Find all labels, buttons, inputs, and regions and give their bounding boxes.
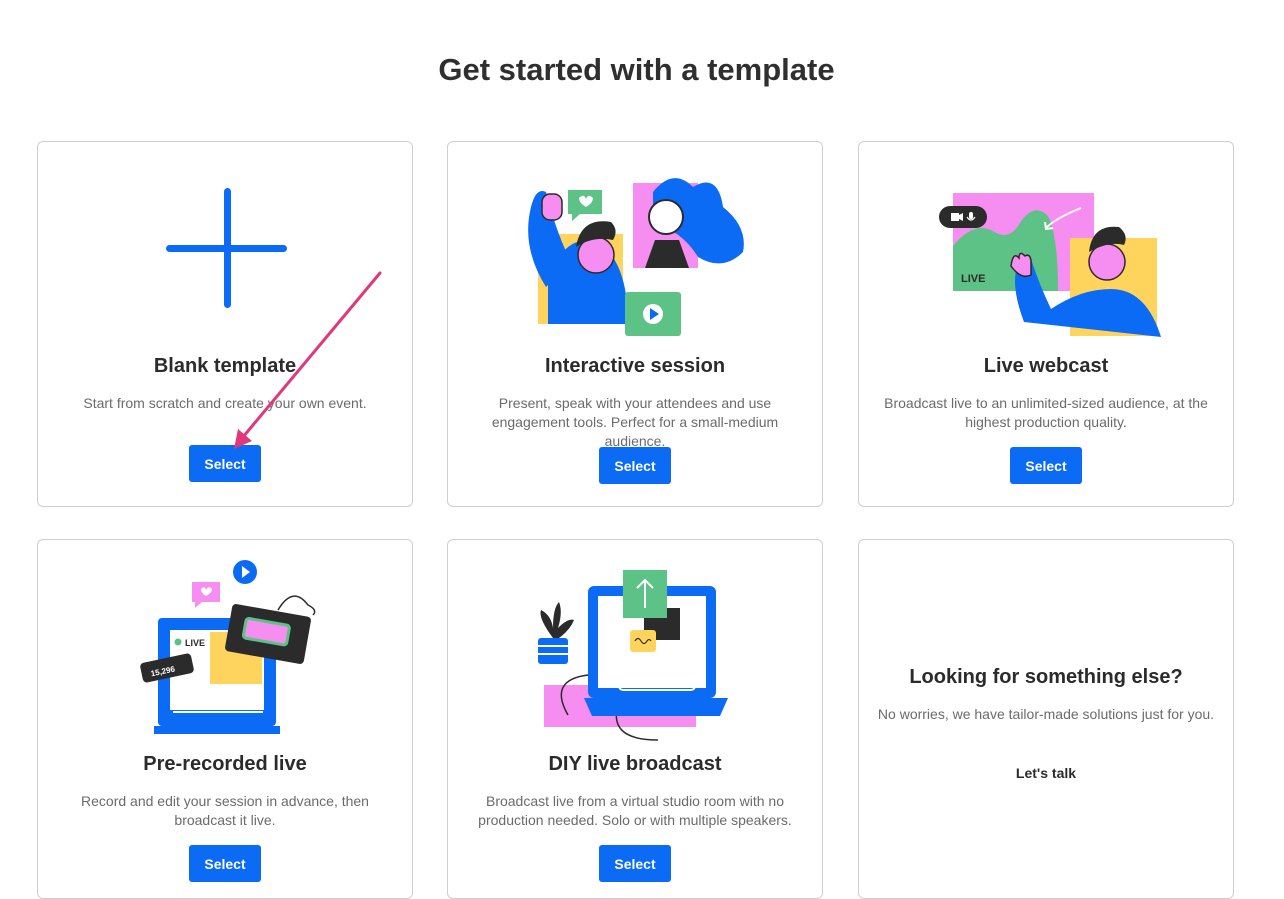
card-title: Blank template <box>153 355 297 377</box>
select-button[interactable]: Select <box>189 445 261 482</box>
diy-broadcast-illustration <box>538 570 728 741</box>
page-title: Get started with a template <box>438 52 835 87</box>
card-pre-recorded-live[interactable]: LIVE 15,296 Pre-recorded live Record and… <box>37 539 413 899</box>
card-diy-live-broadcast[interactable]: DIY live broadcast Broadcast live from a… <box>447 539 823 899</box>
interactive-session-illustration <box>528 178 744 336</box>
pre-recorded-illustration: LIVE 15,296 <box>140 560 316 734</box>
plus-icon <box>166 188 287 308</box>
card-description: Broadcast live to an unlimited-sized aud… <box>884 395 1208 430</box>
card-description: Present, speak with your attendees and u… <box>491 395 779 449</box>
card-title: Interactive session <box>544 355 726 377</box>
live-badge: LIVE <box>185 638 205 648</box>
card-description: Start from scratch and create your own e… <box>83 395 367 411</box>
select-button[interactable]: Select <box>599 447 671 484</box>
card-description: Record and edit your session in advance,… <box>81 793 369 828</box>
card-blank-template[interactable]: Blank template Start from scratch and cr… <box>37 141 413 507</box>
card-something-else: Looking for something else? No worries, … <box>858 539 1234 899</box>
card-title: DIY live broadcast <box>548 753 722 775</box>
card-title: Looking for something else? <box>909 666 1183 688</box>
card-interactive-session[interactable]: Interactive session Present, speak with … <box>447 141 823 507</box>
card-description: Broadcast live from a virtual studio roo… <box>478 793 792 828</box>
card-title: Live webcast <box>983 355 1109 377</box>
card-title: Pre-recorded live <box>143 753 307 775</box>
lets-talk-link[interactable]: Let's talk <box>859 765 1233 781</box>
live-webcast-illustration: LIVE <box>939 193 1161 337</box>
card-live-webcast[interactable]: LIVE Live webcast Broadcast live to an u… <box>858 141 1234 507</box>
select-button[interactable]: Select <box>1010 447 1082 484</box>
select-button[interactable]: Select <box>189 845 261 882</box>
card-description: No worries, we have tailor-made solution… <box>877 706 1215 722</box>
live-badge: LIVE <box>961 273 985 285</box>
select-button[interactable]: Select <box>599 845 671 882</box>
